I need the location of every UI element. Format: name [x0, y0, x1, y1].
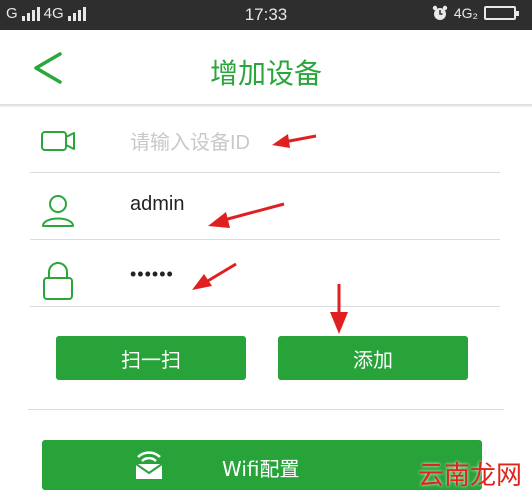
- device-id-placeholder: 请输入设备ID: [130, 132, 250, 154]
- scan-button[interactable]: 扫一扫: [56, 336, 246, 380]
- annotation-arrow-icon: [208, 202, 285, 228]
- scan-button-label: 扫一扫: [121, 347, 181, 372]
- app-header: 增加设备: [0, 30, 532, 106]
- password-value: ••••••: [130, 264, 174, 284]
- battery-icon: [484, 6, 519, 20]
- alarm-clock-icon: [432, 5, 448, 20]
- watermark-text: 云南龙网: [417, 461, 522, 491]
- annotation-arrow-icon: [192, 262, 237, 290]
- network-type: 4G₂: [453, 5, 478, 21]
- wifi-envelope-icon: [135, 451, 163, 479]
- status-right-group: 4G₂: [432, 5, 519, 21]
- username-value: admin: [130, 193, 185, 215]
- lock-icon: [43, 262, 73, 300]
- video-camera-icon: [41, 131, 75, 151]
- add-button[interactable]: 添加: [278, 336, 468, 380]
- wifi-config-button[interactable]: Wifi配置: [42, 440, 482, 490]
- user-icon: [42, 195, 74, 227]
- annotation-arrow-icon: [330, 284, 348, 334]
- password-field[interactable]: ••••••: [30, 240, 500, 307]
- wifi-config-label: Wifi配置: [222, 457, 300, 481]
- annotation-arrow-icon: [272, 134, 317, 148]
- page-title: 增加设备: [209, 57, 322, 90]
- section-divider: [28, 409, 504, 410]
- status-bar: G 4G 17:33 4G₂: [0, 0, 532, 30]
- add-button-label: 添加: [353, 347, 393, 372]
